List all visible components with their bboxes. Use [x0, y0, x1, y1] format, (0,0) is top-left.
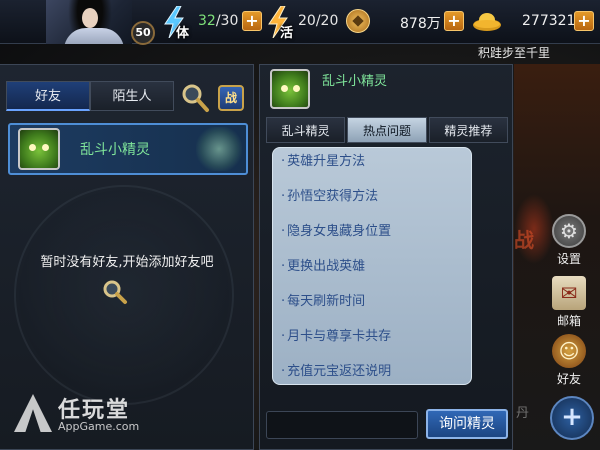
- faq-item-label: 充值元宝返还说明: [287, 364, 392, 379]
- faq-item-label: 每天刷新时间: [287, 294, 366, 309]
- sprite-title: 乱斗小精灵: [322, 74, 388, 89]
- friends-button[interactable]: ☺ 好友: [544, 334, 594, 387]
- friend-name: 乱斗小精灵: [80, 142, 150, 158]
- faq-item[interactable]: · 每天刷新时间: [281, 292, 463, 327]
- stamina-max: /30: [215, 13, 239, 29]
- tab-strangers[interactable]: 陌生人: [90, 81, 174, 111]
- add-friend-magnifier-button[interactable]: [102, 279, 128, 305]
- faq-item[interactable]: · 充值元宝返还说明: [281, 362, 463, 397]
- faq-item[interactable]: · 孙悟空获得方法: [281, 187, 463, 222]
- ask-sprite-button[interactable]: 询问精灵: [426, 409, 508, 439]
- friends-icon: ☺: [552, 334, 586, 368]
- faq-item[interactable]: · 隐身女鬼藏身位置: [281, 222, 463, 257]
- mail-envelope-icon: ✉: [552, 276, 586, 310]
- portrait-face: [82, 8, 98, 28]
- appgame-watermark: 任玩堂 AppGame.com: [14, 392, 164, 440]
- faq-item-label: 孙悟空获得方法: [287, 189, 379, 204]
- faq-item-label: 月卡与尊享卡共存: [287, 329, 392, 344]
- sprite-avatar-large: [270, 69, 310, 109]
- appgame-logo-icon: [14, 394, 52, 432]
- mail-label: 邮箱: [556, 314, 581, 328]
- tagline-text: 积跬步至千里: [478, 46, 551, 60]
- sprite-ghost-decoration: [196, 127, 242, 171]
- background-text-battle: 战: [514, 228, 534, 252]
- magnifier-icon: [182, 84, 209, 112]
- stamina-value: 32/30: [198, 13, 238, 29]
- friend-list-item[interactable]: 乱斗小精灵: [8, 123, 248, 175]
- sprite-panel: 乱斗小精灵 乱斗精灵 热点问题 精灵推荐 · 英雄升星方法 · 孙悟空获得方法 · 隐…: [259, 64, 513, 450]
- stamina-current: 32: [198, 13, 216, 29]
- hero-portrait[interactable]: [46, 0, 132, 44]
- search-friend-button[interactable]: [180, 83, 210, 113]
- expand-menu-plus-button[interactable]: +: [550, 396, 594, 440]
- battle-button[interactable]: 战: [218, 85, 244, 111]
- faq-item[interactable]: · 月卡与尊享卡共存: [281, 327, 463, 362]
- background-text-dan: 丹: [516, 406, 530, 421]
- faq-item-label: 更换出战英雄: [287, 259, 366, 274]
- top-status-bar: 50 体 32/30 + 活 20/20 878万 + 277321 +: [0, 0, 600, 45]
- sprite-avatar: [18, 128, 60, 170]
- faq-item-label: 英雄升星方法: [287, 154, 366, 169]
- activity-label: 活: [280, 26, 294, 41]
- add-stamina-button[interactable]: +: [242, 11, 262, 31]
- friends-label: 好友: [556, 372, 581, 386]
- add-copper-button[interactable]: +: [444, 11, 464, 31]
- settings-button[interactable]: ⚙ 设置: [544, 214, 594, 267]
- empty-friends-message: 暂时没有好友,开始添加好友吧: [40, 255, 214, 270]
- player-level-badge: 50: [131, 21, 155, 45]
- ingot-value: 277321: [522, 13, 576, 29]
- sprite-tab-row: 乱斗精灵 热点问题 精灵推荐: [266, 117, 508, 143]
- faq-list: · 英雄升星方法 · 孙悟空获得方法 · 隐身女鬼藏身位置 · 更换出战英雄 · 每天刷新…: [272, 147, 472, 385]
- gold-ingot-icon: [472, 10, 502, 32]
- ask-question-input[interactable]: [266, 411, 418, 439]
- gear-icon: ⚙: [552, 214, 586, 248]
- add-ingot-button[interactable]: +: [574, 11, 594, 31]
- faq-item[interactable]: · 更换出战英雄: [281, 257, 463, 292]
- magnifier-icon: [103, 280, 127, 304]
- settings-label: 设置: [556, 252, 581, 266]
- faq-item[interactable]: · 英雄升星方法: [281, 152, 463, 187]
- copper-value: 878万: [400, 16, 441, 32]
- friends-tab-row: 好友 陌生人: [6, 81, 174, 111]
- activity-value: 20/20: [298, 13, 339, 29]
- mail-button[interactable]: ✉ 邮箱: [544, 276, 594, 329]
- stamina-label: 体: [176, 26, 190, 41]
- tab-hot-questions[interactable]: 热点问题: [347, 117, 427, 143]
- watermark-url: AppGame.com: [58, 420, 140, 433]
- faq-item-label: 隐身女鬼藏身位置: [287, 224, 392, 239]
- tab-friends[interactable]: 好友: [6, 81, 90, 111]
- copper-coin-icon: [346, 9, 370, 33]
- tab-sprite-recommend[interactable]: 精灵推荐: [428, 117, 508, 143]
- tab-sprite-brawl[interactable]: 乱斗精灵: [266, 117, 346, 143]
